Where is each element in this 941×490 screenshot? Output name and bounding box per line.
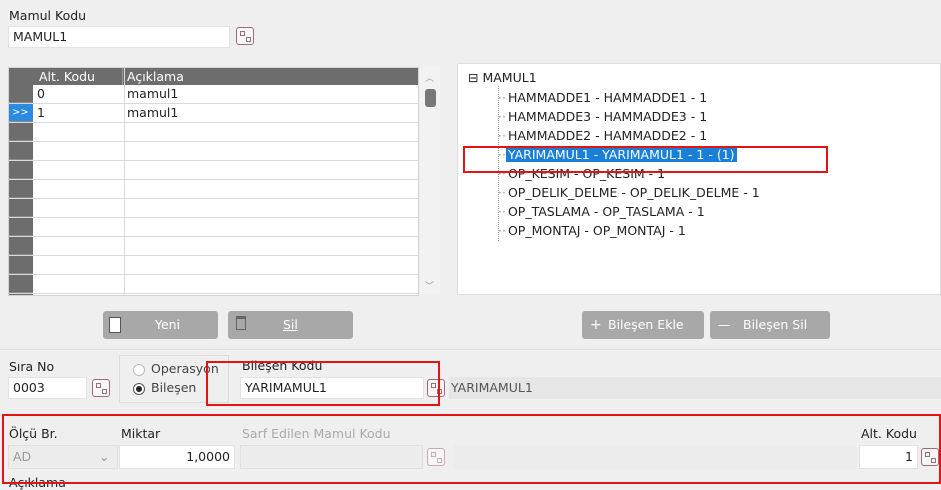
tree-connector: ·· [498,185,506,200]
new-document-icon [109,317,121,333]
delete-button-label: Sil [283,317,298,332]
tree-node[interactable]: ·· HAMMADDE2 - HAMMADDE2 - 1 [498,128,709,144]
scroll-down-icon[interactable]: ﹀ [425,279,434,292]
row-indicator[interactable]: >> [9,104,33,122]
tree-node-label: OP_DELIK_DELME - OP_DELIK_DELME - 1 [507,185,760,200]
table-row[interactable] [9,237,418,256]
col-aciklama[interactable]: Açıklama [127,68,184,85]
mamul-picker-icon[interactable] [236,27,254,45]
table-row[interactable] [9,294,418,295]
grid-header: Alt. Kodu Açıklama [9,68,418,85]
tree-node-label: OP_TASLAMA - OP_TASLAMA - 1 [507,204,705,219]
table-row[interactable] [9,142,418,161]
alt-kodu-grid[interactable]: Alt. Kodu Açıklama 0 mamul1 >> 1 mamul1 [8,67,419,296]
new-button[interactable]: Yeni [103,311,218,339]
bom-tree[interactable]: ⊟ MAMUL1 ·· HAMMADDE1 - HAMMADDE1 - 1 ·· HA… [457,63,941,295]
scroll-up-icon[interactable]: ︿ [425,71,434,84]
delete-button[interactable]: Sil [228,311,353,339]
collapse-icon[interactable]: ⊟ [468,70,478,85]
tree-connector: ·· [498,90,506,105]
table-row[interactable]: 0 mamul1 [9,85,418,104]
scroll-thumb[interactable] [425,89,436,107]
col-alt-kodu[interactable]: Alt. Kodu [39,68,95,85]
tree-node[interactable]: ·· HAMMADDE1 - HAMMADDE1 - 1 [498,90,709,106]
row-indicator[interactable] [9,199,33,217]
sira-no-input[interactable]: 0003 [8,377,87,399]
tree-node[interactable]: ·· OP_MONTAJ - OP_MONTAJ - 1 [498,223,688,239]
table-row[interactable] [9,256,418,275]
tree-node[interactable]: ·· OP_TASLAMA - OP_TASLAMA - 1 [498,204,707,220]
row-indicator[interactable] [9,256,33,274]
mamul-kodu-label: Mamul Kodu [9,8,87,23]
cell-alt-kodu[interactable]: 0 [37,85,45,103]
mamul-kodu-input[interactable]: MAMUL1 [8,26,230,48]
row-indicator[interactable] [9,237,33,255]
tree-node-label: OP_MONTAJ - OP_MONTAJ - 1 [507,223,686,238]
radio-bilesen-label[interactable]: Bileşen [151,380,196,395]
highlight-selected-node [463,146,828,173]
table-row[interactable] [9,161,418,180]
bilesen-description: YARIMAMUL1 [451,380,533,395]
table-row[interactable] [9,275,418,294]
add-component-button[interactable]: + Bileşen Ekle [582,311,704,339]
row-indicator[interactable] [9,123,33,141]
tree-root-label: MAMUL1 [482,70,537,85]
row-indicator[interactable] [9,85,33,103]
tree-connector: ·· [498,128,506,143]
remove-component-label: Bileşen Sil [743,317,808,332]
table-row[interactable] [9,199,418,218]
tree-node-label: HAMMADDE1 - HAMMADDE1 - 1 [507,90,708,105]
tree-connector: ·· [498,223,506,238]
tree-connector: ·· [498,109,506,124]
highlight-bilesen-kodu [206,361,440,406]
trash-icon [236,316,246,330]
table-row[interactable] [9,123,418,142]
remove-component-button[interactable]: — Bileşen Sil [710,311,830,339]
new-button-label: Yeni [155,317,181,332]
grid-scrollbar[interactable]: ︿ ﹀ [420,67,440,294]
tree-node[interactable]: ·· HAMMADDE3 - HAMMADDE3 - 1 [498,109,709,125]
table-row[interactable] [9,218,418,237]
tree-node[interactable]: ·· OP_DELIK_DELME - OP_DELIK_DELME - 1 [498,185,762,201]
sira-no-label: Sıra No [9,359,55,374]
cell-aciklama[interactable]: mamul1 [127,104,178,122]
row-indicator[interactable] [9,218,33,236]
row-indicator[interactable] [9,294,33,295]
tree-connector: ·· [498,204,506,219]
row-indicator[interactable] [9,142,33,160]
tree-node-label: HAMMADDE3 - HAMMADDE3 - 1 [507,109,708,124]
radio-operasyon[interactable] [133,364,145,376]
tree-node-label: HAMMADDE2 - HAMMADDE2 - 1 [507,128,708,143]
table-row[interactable]: >> 1 mamul1 [9,104,418,123]
row-indicator[interactable] [9,180,33,198]
row-indicator[interactable] [9,275,33,293]
cell-aciklama[interactable]: mamul1 [127,85,178,103]
cell-alt-kodu[interactable]: 1 [37,104,45,122]
add-component-label: Bileşen Ekle [608,317,684,332]
tree-root[interactable]: ⊟ MAMUL1 [468,70,537,86]
highlight-bottom-row [2,414,941,484]
sira-no-picker-icon[interactable] [92,379,110,397]
plus-icon: + [590,317,602,333]
radio-bilesen[interactable] [133,383,145,395]
minus-icon: — [718,317,731,332]
row-indicator[interactable] [9,161,33,179]
table-row[interactable] [9,180,418,199]
